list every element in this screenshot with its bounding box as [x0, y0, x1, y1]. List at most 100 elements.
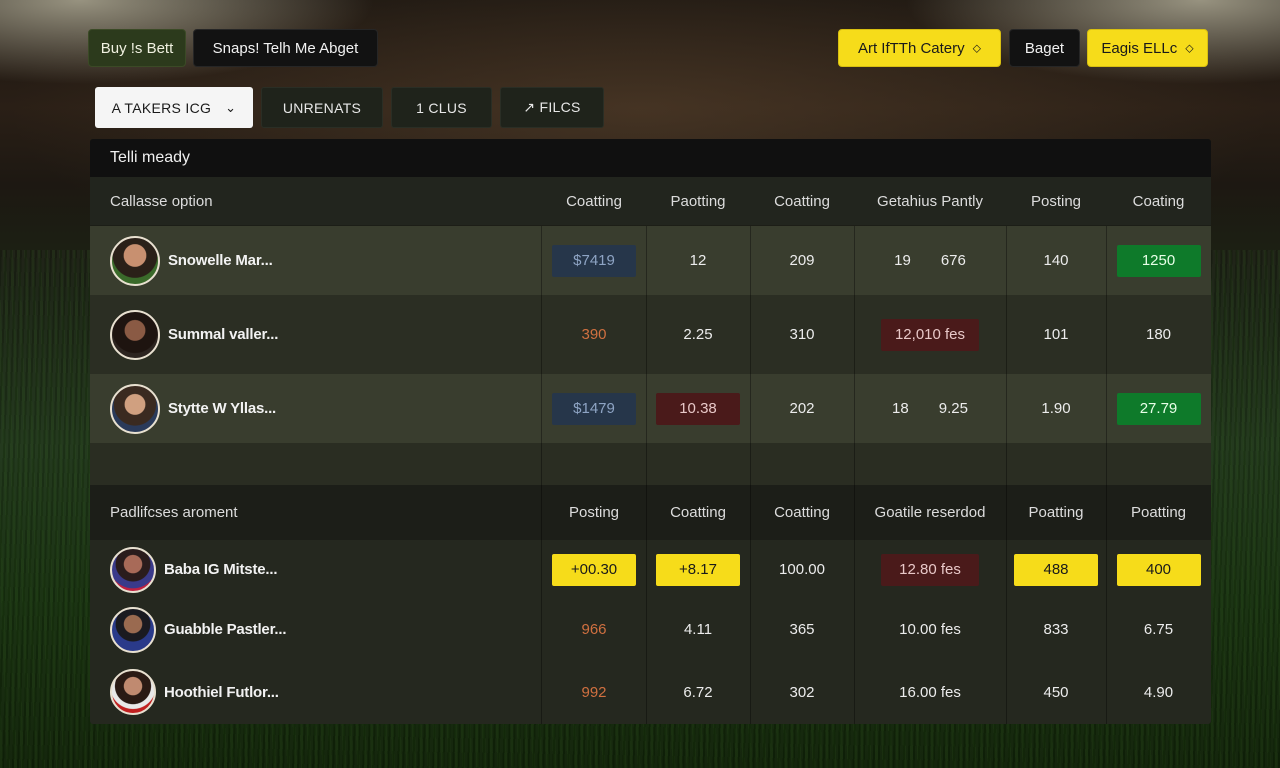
stat-cell: 10.00 fes	[899, 621, 961, 638]
player-avatar	[110, 606, 156, 653]
category-button-label: Art IfTTh Catery	[857, 39, 965, 57]
stat-cell: 209	[789, 252, 815, 269]
section2-header-col-4[interactable]: Goatile reserdod	[854, 485, 1006, 540]
stat-cell: 1250	[1106, 226, 1211, 295]
table-row[interactable]: Baba IG Mitste... +00.30 +8.17 100.00 12…	[90, 540, 1211, 599]
stat-cell: 100.00	[779, 561, 825, 578]
stat-cell: $7419	[542, 226, 646, 295]
table-row[interactable]: Guabble Pastler... 966 4.11 365 10.00 fe…	[90, 599, 1211, 660]
stat-cell: 390	[581, 326, 607, 343]
stat-cell: 12.80 fes	[854, 540, 1006, 599]
category-button[interactable]: Art IfTTh Catery ⬦	[838, 29, 1001, 67]
stat-cell: 450	[1043, 683, 1069, 701]
section2-header-col-2[interactable]: Coatting	[646, 485, 750, 540]
section1-header: Callasse option Coatting Paotting Coatti…	[90, 177, 1211, 225]
takers-dropdown[interactable]: A TAKERS ICG ⌄	[95, 87, 253, 128]
stat-cell: 12	[689, 252, 707, 269]
stat-cell: 6.75	[1143, 621, 1174, 638]
section1-header-col-3[interactable]: Coatting	[750, 177, 854, 225]
section2-header-col-6[interactable]: Poatting	[1106, 485, 1211, 540]
filter-tab-filcs[interactable]: ↗ FILCS	[500, 87, 604, 128]
column-divider	[1006, 226, 1007, 724]
column-divider	[854, 226, 855, 724]
stat-cell: 966	[581, 621, 607, 638]
stat-chip: 27.79	[1116, 392, 1201, 425]
stat-cell: +8.17	[646, 540, 750, 599]
stat-cell: 310	[789, 326, 815, 343]
player-avatar	[110, 235, 160, 286]
stat-cell: 27.79	[1106, 374, 1211, 443]
section1-header-col-1[interactable]: Coatting	[542, 177, 646, 225]
chevron-right-icon: ⬦	[972, 40, 982, 55]
player-name: Baba IG Mitste...	[164, 561, 278, 578]
section2-header-col-0: Padlifcses aroment	[110, 504, 238, 521]
stat-chip: 400	[1116, 553, 1201, 586]
stat-cell: 302	[789, 683, 815, 701]
stat-cell: 400	[1106, 540, 1211, 599]
player-name: Snowelle Mar...	[168, 252, 273, 269]
stat-cell: 488	[1006, 540, 1106, 599]
column-divider	[1106, 226, 1107, 724]
stat-cell: 10.38	[646, 374, 750, 443]
player-cell: Guabble Pastler...	[90, 599, 540, 660]
stat-cell: 2.25	[683, 326, 713, 343]
eagis-button-label: Eagis ELLc	[1101, 39, 1178, 57]
stat-cell: 1.90	[1041, 400, 1071, 417]
column-divider	[750, 226, 751, 724]
empty-row	[90, 443, 1211, 485]
stat-chip: +8.17	[656, 553, 740, 586]
stat-cell: 992	[581, 683, 607, 701]
stat-cell: $1479	[542, 374, 646, 443]
filter-tab-clus[interactable]: 1 CLUS	[391, 87, 492, 128]
section2-header-col-1[interactable]: Posting	[542, 485, 646, 540]
stat-cell: 16.00 fes	[899, 683, 961, 701]
chevron-down-icon: ⌄	[225, 99, 237, 115]
section1-header-col-4[interactable]: Getahius Pantly	[854, 177, 1006, 225]
snaps-tell-me-button[interactable]: Snaps! Telh Me Abget	[193, 29, 378, 67]
player-name: Summal valler...	[168, 326, 279, 343]
section1-header-col-5[interactable]: Posting	[1006, 177, 1106, 225]
stat-cell: 202	[789, 400, 815, 417]
player-avatar	[110, 309, 160, 360]
stat-chip: 1250	[1116, 244, 1201, 277]
stat-cell: +00.30	[542, 540, 646, 599]
stat-chip: 10.38	[656, 392, 740, 425]
section2-header-col-5[interactable]: Poatting	[1006, 485, 1106, 540]
table-row[interactable]: Hoothiel Futlor... 992 6.72 302 16.00 fe…	[90, 660, 1211, 724]
stat-chip: $7419	[552, 244, 636, 277]
stat-value: 676	[940, 252, 966, 269]
section1-header-col-0: Callasse option	[110, 192, 213, 210]
stat-chip: $1479	[552, 392, 636, 425]
player-cell: Snowelle Mar...	[90, 226, 540, 295]
player-avatar	[110, 669, 156, 715]
section1-header-col-6[interactable]: Coating	[1106, 177, 1211, 225]
panel-title: Telli meady	[90, 139, 1211, 177]
section2-header: Padlifcses aroment Posting Coatting Coat…	[90, 485, 1211, 540]
stat-chip: 12,010 fes	[881, 318, 979, 351]
eagis-button[interactable]: Eagis ELLc ⬦	[1087, 29, 1208, 67]
section1-header-col-2[interactable]: Paotting	[646, 177, 750, 225]
section2-header-col-3[interactable]: Coatting	[750, 485, 854, 540]
table-row[interactable]: Stytte W Yllas... $1479 10.38 202 18 9.2…	[90, 374, 1211, 443]
player-cell: Stytte W Yllas...	[90, 374, 540, 443]
stat-chip: 488	[1014, 553, 1098, 586]
stats-panel: Telli meady Callasse option Coatting Pao…	[90, 139, 1211, 724]
stat-cell: 4.11	[683, 621, 713, 638]
stat-cell: 140	[1043, 252, 1069, 269]
baget-button[interactable]: Baget	[1009, 29, 1080, 67]
chevron-right-icon: ⬦	[1185, 40, 1194, 55]
player-cell: Hoothiel Futlor...	[90, 660, 540, 724]
stat-cell: 101	[1043, 326, 1069, 343]
player-cell: Baba IG Mitste...	[90, 540, 540, 599]
table-row[interactable]: Snowelle Mar... $7419 12 209 19 676 140 …	[90, 226, 1211, 295]
stat-chip: +00.30	[552, 553, 636, 586]
table-row[interactable]: Summal valler... 390 2.25 310 12,010 fes…	[90, 295, 1211, 374]
player-name: Guabble Pastler...	[164, 621, 287, 638]
filter-tab-unrenats[interactable]: UNRENATS	[261, 87, 383, 128]
stat-cell: 6.72	[683, 683, 713, 701]
stat-cell: 180	[1145, 326, 1172, 343]
column-divider	[646, 226, 647, 724]
stat-cell: 12,010 fes	[854, 295, 1006, 374]
buy-bet-button[interactable]: Buy !s Bett	[88, 29, 186, 67]
stat-cell: 365	[789, 621, 815, 638]
